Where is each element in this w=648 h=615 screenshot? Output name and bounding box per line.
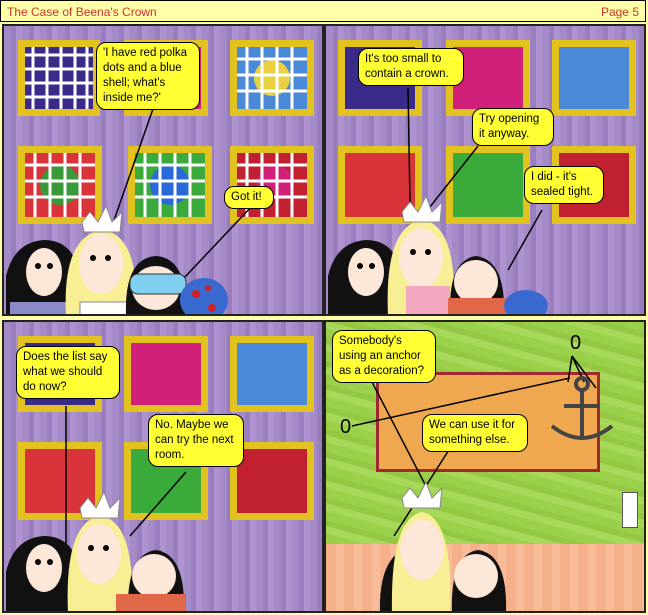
speech-bubble: It's too small to contain a crown. [358,48,464,86]
panel-2: It's too small to contain a crown. Try o… [324,24,646,316]
comic-title: The Case of Beena's Crown [7,5,157,19]
speech-bubble: 'I have red polka dots and a blue shell;… [96,42,200,110]
label-right: 0 [570,332,582,354]
page-number: Page 5 [600,5,639,19]
label-left: 0 [340,416,352,438]
panel-1: 'I have red polka dots and a blue shell;… [2,24,324,316]
anchor-icon [550,376,614,440]
speech-bubble: Got it! [224,186,274,209]
speech-bubble: I did - it's sealed tight. [524,166,604,204]
comic-header: The Case of Beena's Crown Page 5 [0,0,646,22]
speech-bubble: Somebody's using an anchor as a decorati… [332,330,436,383]
panel-4: 0 0 Somebody's using an anchor as a deco… [324,320,646,613]
speech-bubble: Does the list say what we should do now? [16,346,120,399]
panel-3: Does the list say what we should do now?… [2,320,324,613]
speech-bubble: Try opening it anyway. [472,108,554,146]
speech-bubble: No. Maybe we can try the next room. [148,414,244,467]
speech-bubble: We can use it for something else. [422,414,528,452]
